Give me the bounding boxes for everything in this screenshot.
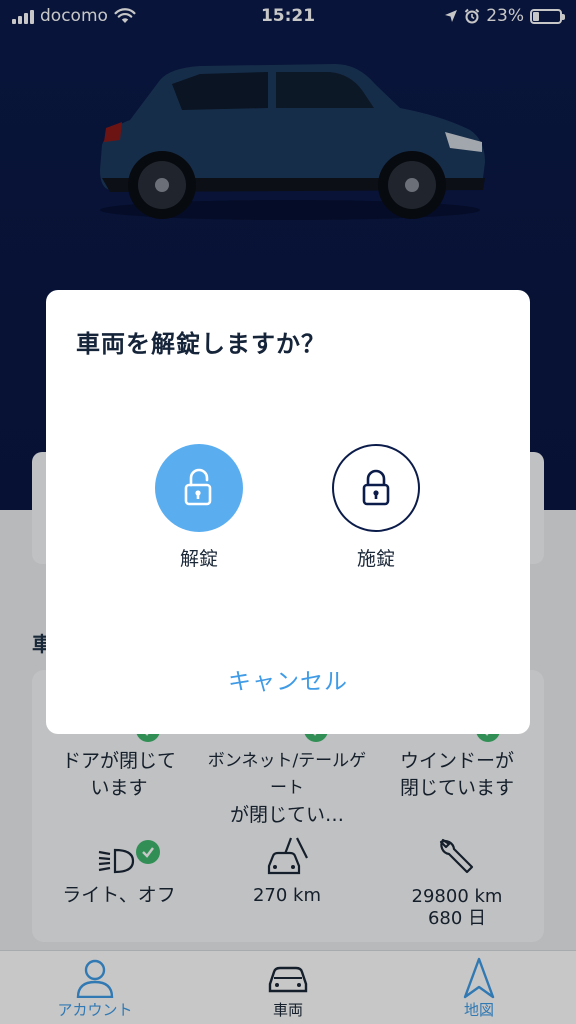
lock-circle[interactable] (332, 444, 420, 532)
lock-button[interactable]: 施錠 (316, 444, 436, 571)
unlock-confirm-dialog: 車両を解錠しますか？ 解錠 施錠 キャンセル (46, 290, 530, 734)
dialog-title: 車両を解錠しますか？ (76, 330, 326, 358)
unlock-button[interactable]: 解錠 (139, 444, 259, 571)
unlock-circle[interactable] (155, 444, 243, 532)
lock-label: 施錠 (356, 548, 395, 570)
unlock-label: 解錠 (179, 548, 218, 570)
unlocked-padlock-icon (184, 468, 212, 506)
cancel-button[interactable]: キャンセル (46, 662, 530, 696)
padlock-icon (362, 469, 390, 506)
